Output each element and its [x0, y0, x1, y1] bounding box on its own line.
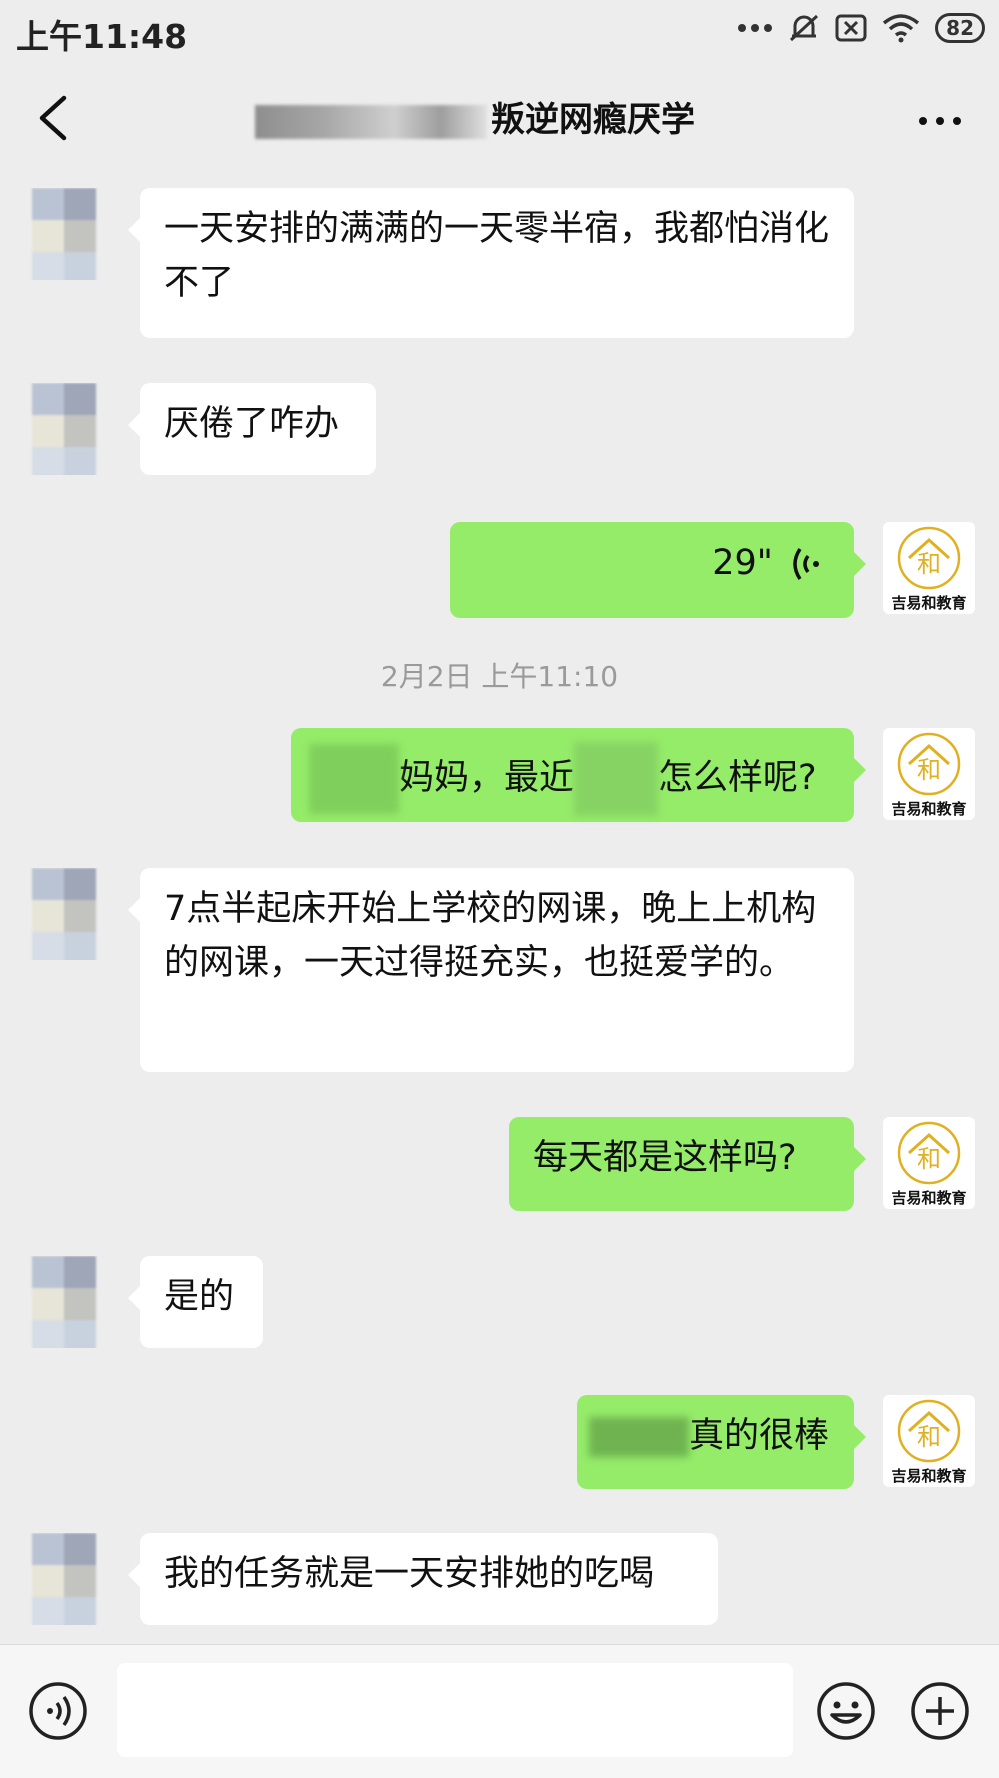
blurred-region	[589, 1417, 689, 1457]
message-bubble[interactable]: 我的任务就是一天安排她的吃喝	[128, 1533, 718, 1625]
svg-text:和: 和	[917, 1423, 941, 1451]
brand-logo-icon: 和吉易和教育	[891, 732, 967, 818]
message-bubble[interactable]: 厌倦了咋办	[128, 383, 376, 475]
blurred-region	[309, 744, 399, 814]
battery-icon: 82	[935, 13, 985, 43]
status-time: 上午11:48	[16, 17, 188, 56]
message-bubble[interactable]: 7点半起床开始上学校的网课，晚上上机构的网课，一天过得挺充实，也挺爱学的。	[128, 868, 854, 1072]
chat-header: 叛逆网瘾厌学	[0, 62, 999, 172]
contact-avatar[interactable]	[20, 1256, 112, 1348]
more-dots-icon	[738, 24, 773, 32]
blurred-region	[574, 742, 659, 816]
wifi-icon	[883, 14, 920, 43]
svg-text:吉易和教育: 吉易和教育	[891, 594, 966, 612]
brand-logo-avatar[interactable]: 和吉易和教育	[883, 728, 975, 820]
brand-logo-icon: 和吉易和教育	[891, 1121, 967, 1207]
voice-wave-icon	[793, 548, 819, 580]
svg-text:吉易和教育: 吉易和教育	[891, 800, 966, 818]
message-bubble[interactable]: 每天都是这样吗?	[509, 1117, 866, 1211]
contact-avatar[interactable]	[20, 868, 112, 960]
chat-timestamp: 2月2日 上午11:10	[380, 660, 619, 693]
more-options-icon[interactable]	[915, 106, 965, 136]
blurred-name-region	[255, 104, 487, 139]
message-input[interactable]	[117, 1663, 793, 1757]
message-bubble[interactable]: 一天安排的满满的一天零半宿，我都怕消化不了	[128, 188, 854, 338]
voice-input-icon[interactable]	[28, 1681, 88, 1741]
contact-avatar[interactable]	[20, 383, 112, 475]
mute-icon	[790, 14, 819, 42]
add-icon[interactable]	[910, 1681, 970, 1741]
chat-title: 叛逆网瘾厌学	[255, 92, 695, 141]
emoji-icon[interactable]	[816, 1681, 876, 1741]
contact-avatar[interactable]	[20, 1533, 112, 1625]
brand-logo-avatar[interactable]: 和吉易和教育	[883, 522, 975, 614]
message-bubble[interactable]: 妈妈，最近 怎么样呢?	[291, 728, 866, 822]
status-bar: 上午11:48 82	[0, 0, 999, 62]
svg-text:和: 和	[917, 756, 941, 784]
brand-logo-icon: 和吉易和教育	[891, 526, 967, 612]
brand-logo-avatar[interactable]: 和吉易和教育	[883, 1117, 975, 1209]
svg-text:和: 和	[917, 550, 941, 578]
message-bubble[interactable]: 真的很棒	[577, 1395, 866, 1489]
voice-duration: 29"	[712, 543, 773, 583]
message-bubble[interactable]: 是的	[128, 1256, 263, 1348]
input-bar	[0, 1644, 999, 1778]
brand-logo-icon: 和吉易和教育	[891, 1399, 967, 1485]
svg-text:吉易和教育: 吉易和教育	[891, 1467, 966, 1485]
svg-text:和: 和	[917, 1145, 941, 1173]
contact-avatar[interactable]	[20, 188, 112, 280]
brand-logo-avatar[interactable]: 和吉易和教育	[883, 1395, 975, 1487]
sim-off-icon	[835, 14, 867, 42]
voice-message-bubble[interactable]: 29"	[450, 522, 866, 618]
back-arrow-icon[interactable]	[30, 88, 80, 148]
svg-text:吉易和教育: 吉易和教育	[891, 1189, 966, 1207]
